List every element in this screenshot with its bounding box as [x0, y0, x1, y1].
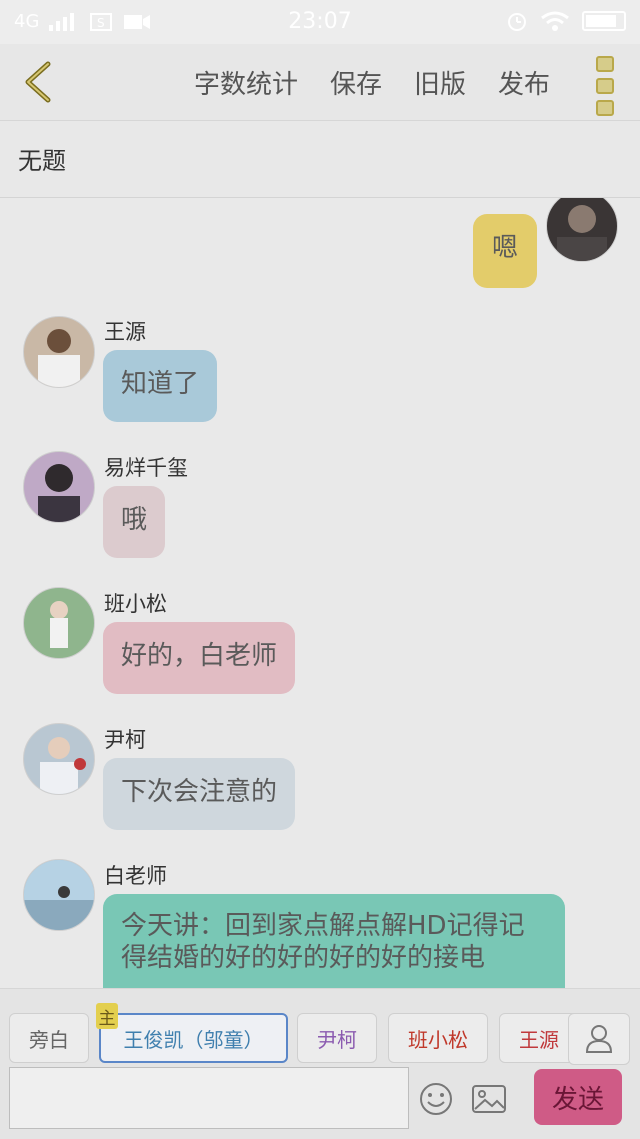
send-label: 发送: [551, 1084, 604, 1115]
sender-name: 白老师: [104, 864, 167, 888]
message-text: 哦: [121, 505, 148, 535]
composer-bar: 旁白 王俊凯（邬童） 主 尹柯 班小松 王源 发送: [0, 988, 640, 1139]
role-label: 尹柯: [317, 1027, 357, 1052]
word-count-button[interactable]: 字数统计: [194, 64, 298, 101]
sender-name: 尹柯: [104, 728, 146, 752]
message-bubble[interactable]: 今天讲：回到家点解点解HD记得记得结婚的好的好的好的好的接电: [103, 894, 565, 988]
send-button[interactable]: 发送: [534, 1069, 622, 1125]
role-chip-narrator[interactable]: 旁白: [9, 1013, 89, 1063]
message-text: 今天讲：回到家点解点解HD记得记得结婚的好的好的好的好的接电: [121, 911, 525, 973]
battery-icon: [582, 11, 626, 31]
avatar[interactable]: [23, 859, 95, 931]
role-label: 旁白: [29, 1027, 69, 1052]
role-label: 王俊凯（邬童）: [123, 1027, 264, 1052]
publish-button[interactable]: 发布: [498, 64, 550, 101]
role-manage-button[interactable]: [568, 1013, 630, 1065]
avatar[interactable]: [23, 723, 95, 795]
toolbar-actions: 字数统计 保存 旧版 发布: [194, 64, 550, 101]
message-text: 知道了: [121, 369, 200, 399]
message-bubble[interactable]: 哦: [103, 486, 166, 558]
wifi-icon: [541, 11, 569, 31]
save-button[interactable]: 保存: [330, 64, 382, 101]
title-text: 无题: [18, 147, 66, 175]
message-bubble[interactable]: 嗯: [473, 214, 537, 288]
avatar[interactable]: [23, 316, 95, 388]
image-icon[interactable]: [471, 1081, 507, 1117]
alarm-icon: [508, 13, 526, 31]
avatar[interactable]: [23, 587, 95, 659]
role-chip-yin-ke[interactable]: 尹柯: [297, 1013, 377, 1063]
status-right: [506, 10, 626, 32]
editor-toolbar: 字数统计 保存 旧版 发布: [0, 44, 640, 121]
user-icon: [585, 1025, 613, 1053]
sender-name: 王源: [104, 320, 146, 344]
message-bubble[interactable]: 好的，白老师: [103, 622, 296, 694]
more-menu-icon[interactable]: [596, 56, 614, 116]
chevron-left-icon: [25, 61, 51, 103]
old-version-button[interactable]: 旧版: [414, 64, 466, 101]
chat-area[interactable]: 嗯 王源 知道了 易烊千玺 哦 班小松 好的，白老师 尹柯 下次会注意的 白老师…: [0, 198, 640, 988]
message-text: 好的，白老师: [121, 641, 278, 671]
role-chip-ban-xiaosong[interactable]: 班小松: [388, 1013, 488, 1063]
role-chip-wang-yuan[interactable]: 王源: [499, 1013, 579, 1063]
status-bar: 4G S 23:07: [0, 0, 640, 44]
back-button[interactable]: [18, 58, 58, 106]
message-text: 嗯: [491, 233, 518, 263]
sender-name: 班小松: [104, 592, 167, 616]
avatar[interactable]: [23, 451, 95, 523]
message-input[interactable]: [9, 1067, 409, 1129]
emoji-icon[interactable]: [418, 1081, 454, 1117]
role-label: 班小松: [408, 1027, 468, 1052]
title-field[interactable]: 无题: [0, 121, 640, 198]
role-chip-wang-junkai[interactable]: 王俊凯（邬童）: [99, 1013, 288, 1063]
avatar[interactable]: [546, 198, 618, 262]
sender-name: 易烊千玺: [104, 456, 188, 480]
host-badge: 主: [96, 1003, 118, 1029]
message-text: 下次会注意的: [121, 777, 278, 807]
role-label: 王源: [519, 1027, 559, 1052]
message-bubble[interactable]: 知道了: [103, 350, 218, 422]
message-bubble[interactable]: 下次会注意的: [103, 758, 296, 830]
